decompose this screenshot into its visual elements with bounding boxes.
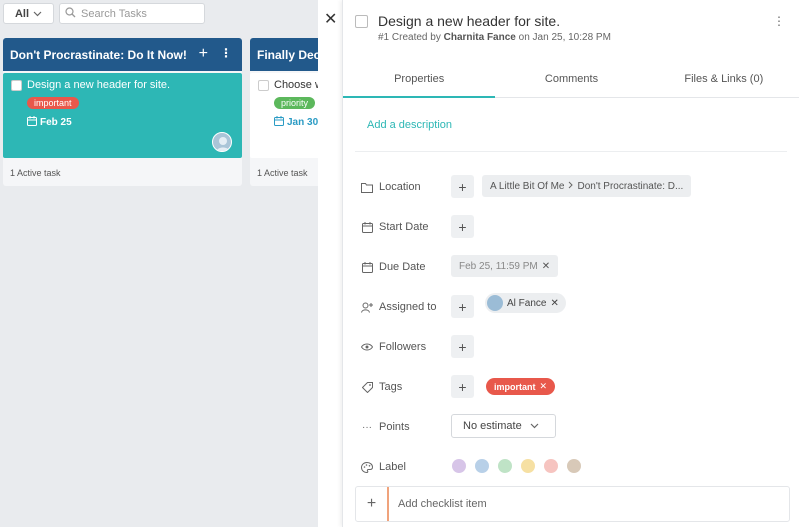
- add-checklist-button[interactable]: +: [356, 487, 389, 521]
- label-row: Label: [361, 455, 406, 479]
- avatar: [487, 295, 503, 311]
- task-meta-prefix: #1 Created by: [378, 32, 441, 43]
- due-date-text: Jan 30: [287, 117, 319, 128]
- assignee-chip[interactable]: Al Fance ✕: [485, 293, 566, 313]
- followers-row: Followers: [361, 335, 426, 359]
- location-value[interactable]: A Little Bit Of Me Don't Procrastinate: …: [482, 175, 692, 197]
- search-box[interactable]: [59, 3, 205, 24]
- label-swatch[interactable]: [521, 459, 535, 473]
- calendar-icon: [361, 261, 373, 273]
- ellipsis-icon: ···: [362, 421, 372, 433]
- search-icon: [65, 6, 76, 21]
- add-description-link[interactable]: Add a description: [367, 119, 452, 131]
- tag-badge: important: [27, 97, 79, 109]
- due-date-text: Feb 25, 11:59 PM: [459, 260, 538, 272]
- more-vertical-icon[interactable]: ⋮: [773, 14, 785, 28]
- add-location-button[interactable]: +: [451, 175, 474, 198]
- followers-label: Followers: [379, 341, 427, 353]
- add-task-button[interactable]: +: [199, 45, 208, 63]
- due-date-value[interactable]: Feb 25, 11:59 PM ✕: [451, 255, 559, 277]
- filter-dropdown[interactable]: All: [3, 3, 54, 24]
- task-card[interactable]: Design a new header for site. important …: [3, 73, 242, 158]
- add-assignee-button[interactable]: +: [451, 295, 474, 318]
- palette-icon: [361, 461, 373, 473]
- checklist-input[interactable]: [398, 498, 778, 510]
- calendar-icon: [274, 116, 284, 129]
- person-add-icon: [361, 301, 373, 313]
- label-color-swatches: [452, 459, 581, 473]
- tag-chip[interactable]: important ✕: [486, 378, 556, 395]
- add-start-date-button[interactable]: +: [451, 215, 474, 238]
- add-tag-button[interactable]: +: [451, 375, 474, 398]
- tag-chip-label: important: [494, 381, 536, 392]
- task-checkbox[interactable]: [258, 80, 269, 91]
- location-label: Location: [379, 181, 421, 193]
- location-workspace: A Little Bit Of Me: [490, 180, 565, 192]
- assignee-name: Al Fance: [507, 297, 547, 309]
- start-date-row: Start Date: [361, 215, 429, 239]
- avatar: [212, 132, 232, 152]
- eye-icon: [361, 341, 373, 353]
- task-complete-checkbox[interactable]: [355, 15, 368, 28]
- tab-comments[interactable]: Comments: [495, 62, 647, 97]
- tab-properties[interactable]: Properties: [343, 62, 496, 98]
- label-label: Label: [379, 461, 406, 473]
- start-date-label: Start Date: [379, 221, 429, 233]
- points-dropdown[interactable]: No estimate: [451, 414, 556, 438]
- due-date-row: Due Date: [361, 255, 425, 279]
- folder-icon: [361, 181, 373, 193]
- points-value: No estimate: [463, 420, 522, 432]
- task-meta: #1 Created by Charnita Fance on Jan 25, …: [378, 32, 611, 43]
- close-icon[interactable]: ✕: [324, 9, 337, 29]
- board-column: Don't Procrastinate: Do It Now! + ⋮ Desi…: [3, 38, 242, 186]
- label-swatch[interactable]: [475, 459, 489, 473]
- due-date-label: Due Date: [379, 261, 426, 273]
- task-checkbox[interactable]: [11, 80, 22, 91]
- task-meta-suffix: on Jan 25, 10:28 PM: [518, 32, 611, 43]
- label-swatch[interactable]: [567, 459, 581, 473]
- column-title: Don't Procrastinate: Do It Now!: [10, 47, 187, 62]
- divider: [355, 151, 787, 152]
- chevron-down-icon: [33, 8, 42, 20]
- tags-row: Tags: [361, 375, 402, 399]
- chevron-down-icon: [530, 420, 539, 432]
- label-swatch[interactable]: [452, 459, 466, 473]
- label-swatch[interactable]: [498, 459, 512, 473]
- label-swatch[interactable]: [544, 459, 558, 473]
- search-input[interactable]: [81, 7, 199, 20]
- filter-label: All: [14, 7, 30, 20]
- tags-label: Tags: [379, 381, 403, 393]
- remove-icon[interactable]: ✕: [540, 381, 548, 392]
- column-header: Don't Procrastinate: Do It Now! + ⋮: [3, 38, 242, 71]
- task-title[interactable]: Design a new header for site.: [378, 13, 560, 29]
- chevron-right-icon: [568, 181, 574, 192]
- due-date: Feb 25: [27, 116, 72, 129]
- column-footer: 1 Active task: [10, 168, 61, 178]
- location-list: Don't Procrastinate: D...: [577, 180, 684, 192]
- tab-bar: Properties Comments Files & Links (0): [343, 62, 799, 98]
- location-row: Location: [361, 175, 421, 199]
- task-detail-body: Design a new header for site. ⋮ #1 Creat…: [342, 0, 799, 527]
- checklist-input-row: +: [355, 486, 790, 522]
- tab-files-links[interactable]: Files & Links (0): [648, 62, 799, 97]
- board-toolbar: All: [0, 0, 320, 32]
- column-footer: 1 Active task: [257, 168, 308, 178]
- due-date-text: Feb 25: [40, 117, 72, 128]
- points-label: Points: [379, 421, 410, 433]
- tag-badge: priority: [274, 97, 316, 109]
- calendar-icon: [27, 116, 37, 129]
- assigned-row: Assigned to: [361, 295, 436, 319]
- calendar-icon: [361, 221, 373, 233]
- card-title: Design a new header for site.: [27, 79, 171, 91]
- tag-icon: [361, 381, 373, 393]
- add-follower-button[interactable]: +: [451, 335, 474, 358]
- assigned-label: Assigned to: [379, 301, 437, 313]
- more-vertical-icon[interactable]: ⋮: [220, 46, 232, 60]
- task-author: Charnita Fance: [443, 32, 516, 43]
- points-row: ··· Points: [361, 415, 410, 439]
- remove-icon[interactable]: ✕: [542, 261, 550, 272]
- remove-icon[interactable]: ✕: [550, 298, 558, 309]
- due-date: Jan 30: [274, 116, 318, 129]
- task-detail-panel: ✕ Design a new header for site. ⋮ #1 Cre…: [318, 0, 799, 527]
